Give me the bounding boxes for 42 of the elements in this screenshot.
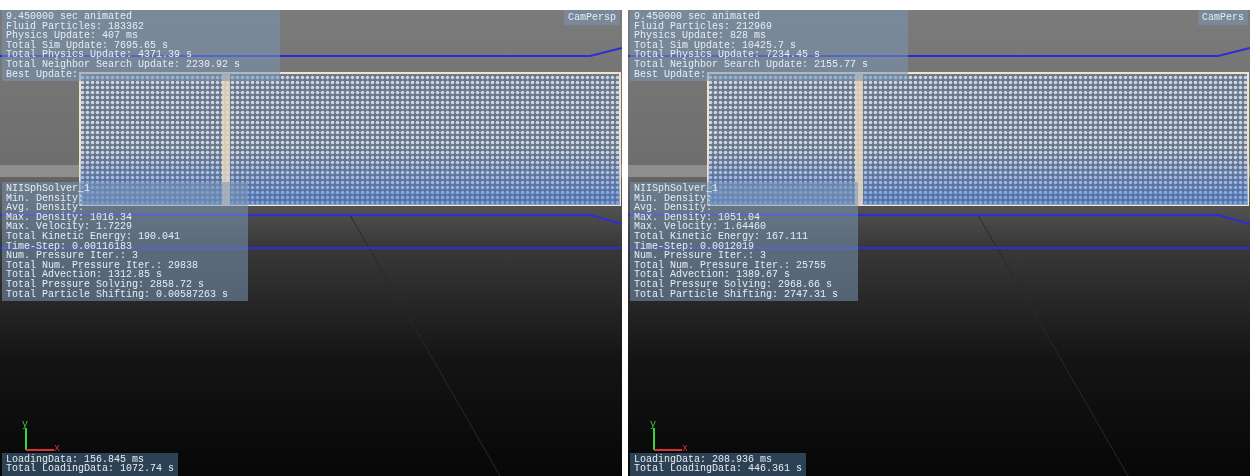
solver-line: Total Advection: 1389.67 s [634, 270, 791, 280]
solver-line: NIISphSolver_1 [634, 184, 719, 194]
solver-line: Total Kinetic Energy: 190.041 [6, 231, 182, 242]
solver-line: Max. Velocity: 1.64460 [634, 222, 767, 232]
loading-line: Total LoadingData: 446.361 s [634, 464, 803, 474]
axis-label: x [682, 444, 688, 454]
solver-line: Avg. Density: [634, 203, 713, 213]
camera-label: CamPers [1198, 10, 1248, 25]
stats-line: Physics Update: 407 ms [6, 31, 139, 41]
loading-line: LoadingData: 156.845 ms [6, 454, 145, 465]
solver-line: NIISphSolver_1 [6, 184, 91, 194]
axis-label: y [650, 420, 656, 430]
stats-line: Total Physics Update: 7234.45 s [634, 50, 821, 60]
solver-line: Total Pressure Solving: 2858.72 s [6, 279, 206, 290]
camera-label: CamPersp [564, 10, 620, 25]
stats-line: Total Physics Update: 4371.39 s [6, 50, 193, 60]
solver-line: Total Kinetic Energy: 167.111 [634, 231, 810, 242]
solver-line: Time-Step: 0.00116183 [6, 241, 133, 252]
stats-line: Physics Update: 828 ms [634, 31, 767, 41]
stats-line: Best Update: [6, 69, 78, 80]
axis-label: y [22, 420, 28, 430]
solver-line: Max. Density: 1016.34 [6, 212, 134, 223]
solver-line: Total Particle Shifting: 2747.31 s [634, 289, 839, 300]
stats-line: 9.450000 sec animated [6, 12, 134, 22]
solver-line: Time-Step: 0.0012019 [634, 241, 755, 252]
solver-line: Total Advection: 1312.85 s [6, 270, 163, 280]
solver-line: Max. Velocity: 1.7229 [6, 222, 134, 232]
solver-line: Num. Pressure Iter.: 3 [634, 251, 767, 261]
solver-line: Min. Density: [6, 193, 84, 204]
loading-line: Total LoadingData: 1072.74 s [6, 464, 175, 474]
stats-line: Best Update: [634, 69, 706, 80]
stats-line: Total Neighbor Search Update: 2230.92 s [6, 59, 241, 70]
solver-line: Min. Density: [634, 193, 712, 204]
solver-line: Avg. Density: [6, 203, 85, 213]
stats-line: 9.450000 sec animated [634, 12, 762, 22]
stats-line: Total Neighbor Search Update: 2155.77 s [634, 59, 869, 70]
axis-label: x [54, 444, 60, 454]
solver-line: Max. Density: 1051.04 [634, 212, 761, 223]
solver-line: Total Pressure Solving: 2968.66 s [634, 279, 834, 290]
solver-line: Num. Pressure Iter.: 3 [6, 251, 139, 261]
solver-line: Total Particle Shifting: 0.00587263 s [6, 289, 229, 300]
loading-line: LoadingData: 208.936 ms [634, 454, 773, 465]
